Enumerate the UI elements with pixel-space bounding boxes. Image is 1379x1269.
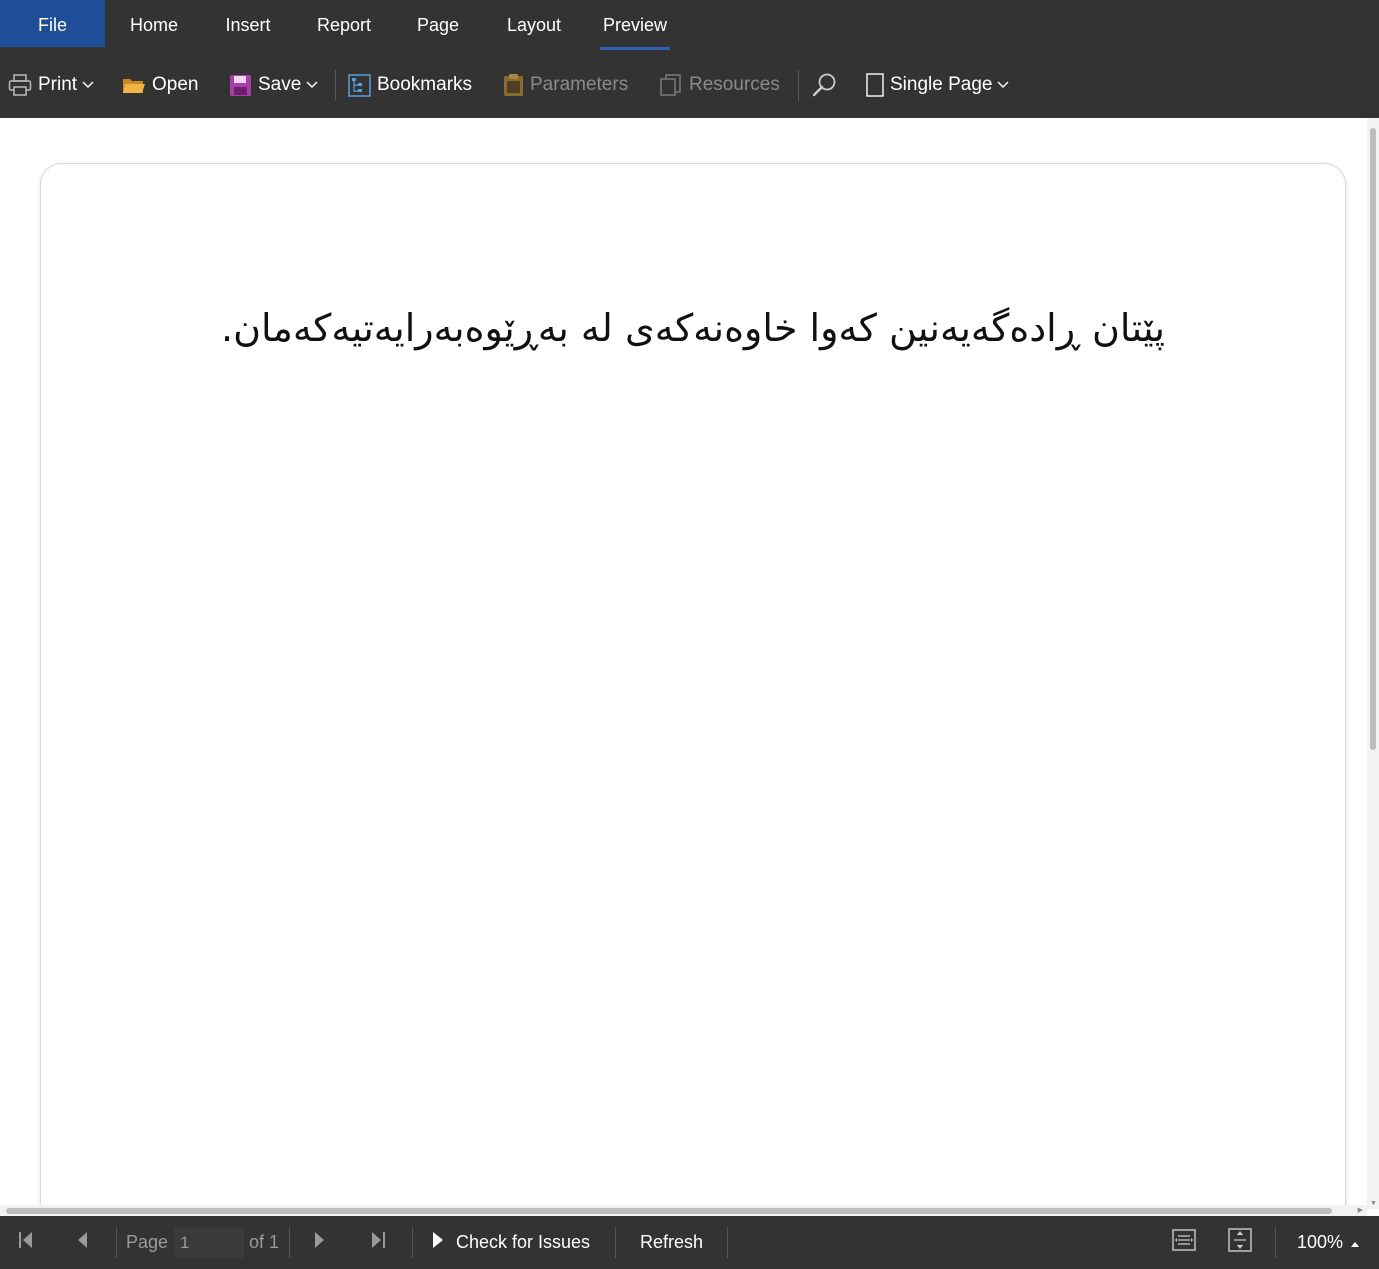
chevron-down-icon: [997, 81, 1009, 89]
statusbar-divider: [615, 1227, 616, 1258]
tab-layout[interactable]: Layout: [492, 0, 576, 47]
scroll-down-icon[interactable]: ▼: [1370, 1200, 1377, 1207]
bookmarks-label: Bookmarks: [377, 74, 473, 95]
print-label: Print: [38, 74, 78, 95]
report-text: پێتان ڕادەگەیەنین کەوا خاوەنەکەی لە بەڕێ…: [220, 306, 1166, 350]
statusbar-divider: [116, 1227, 117, 1258]
tab-preview[interactable]: Preview: [600, 0, 670, 50]
chevron-down-icon: [82, 81, 94, 89]
statusbar-divider: [412, 1227, 413, 1258]
first-page-button[interactable]: [17, 1216, 35, 1269]
fit-width-icon: [1172, 1229, 1196, 1256]
caret-up-icon: [1350, 1232, 1360, 1253]
tab-page[interactable]: Page: [402, 0, 474, 47]
fit-width-button[interactable]: [1172, 1216, 1196, 1269]
view-mode-dropdown[interactable]: Single Page: [866, 52, 1009, 118]
previous-page-icon: [75, 1230, 89, 1255]
zoom-dropdown[interactable]: 100%: [1297, 1216, 1360, 1269]
statusbar-divider: [1275, 1227, 1276, 1258]
open-label: Open: [152, 74, 199, 95]
statusbar-divider: [289, 1227, 290, 1258]
chevron-down-icon: [306, 81, 318, 89]
print-button[interactable]: Print: [8, 52, 94, 118]
next-page-button[interactable]: [313, 1216, 327, 1269]
previous-page-button[interactable]: [75, 1216, 89, 1269]
refresh-button[interactable]: Refresh: [640, 1216, 703, 1269]
save-label: Save: [258, 74, 302, 95]
page-count: of 1: [249, 1232, 280, 1252]
menu-bar: File Home Insert Report Page Layout Prev…: [0, 0, 1379, 52]
check-for-issues-label: Check for Issues: [456, 1232, 591, 1252]
status-bar: Page of 1 Check for Issues Refresh 100%: [0, 1216, 1379, 1269]
scroll-right-icon[interactable]: ▶: [1358, 1206, 1363, 1214]
magnifier-icon: [812, 72, 838, 98]
page-number-input[interactable]: [174, 1227, 244, 1258]
save-button[interactable]: Save: [229, 52, 318, 118]
report-viewer[interactable]: پێتان ڕادەگەیەنین کەوا خاوەنەکەی لە بەڕێ…: [0, 118, 1379, 1216]
resources-button[interactable]: Resources: [659, 52, 780, 118]
search-button[interactable]: [812, 52, 838, 118]
parameters-button[interactable]: Parameters: [503, 52, 628, 118]
clipboard-icon: [503, 73, 524, 97]
zoom-value: 100%: [1297, 1232, 1344, 1252]
view-mode-label: Single Page: [890, 74, 993, 95]
horizontal-scroll-thumb[interactable]: [6, 1208, 1332, 1214]
bookmarks-button[interactable]: Bookmarks: [348, 52, 472, 118]
toolbar-divider: [798, 70, 799, 101]
printer-icon: [8, 74, 32, 96]
folder-icon: [122, 75, 146, 95]
next-page-icon: [313, 1230, 327, 1255]
tab-insert[interactable]: Insert: [210, 0, 286, 47]
statusbar-divider: [727, 1227, 728, 1258]
page-label: Page: [126, 1232, 169, 1252]
fit-page-button[interactable]: [1228, 1216, 1252, 1269]
resources-label: Resources: [689, 74, 780, 95]
open-button[interactable]: Open: [122, 52, 198, 118]
tab-report[interactable]: Report: [302, 0, 386, 47]
play-icon: [432, 1231, 444, 1254]
fit-page-icon: [1228, 1228, 1252, 1257]
vertical-scroll-thumb[interactable]: [1370, 128, 1376, 750]
bookmarks-icon: [348, 73, 371, 97]
floppy-disk-icon: [229, 74, 252, 97]
last-page-icon: [369, 1230, 387, 1255]
report-page: پێتان ڕادەگەیەنین کەوا خاوەنەکەی لە بەڕێ…: [40, 163, 1346, 1216]
first-page-icon: [17, 1230, 35, 1255]
tab-file[interactable]: File: [0, 0, 105, 47]
check-for-issues-button[interactable]: Check for Issues: [432, 1216, 590, 1269]
parameters-label: Parameters: [530, 74, 629, 95]
tab-home[interactable]: Home: [110, 0, 198, 47]
vertical-scrollbar[interactable]: ▼: [1367, 118, 1379, 1209]
toolbar: Print Open Save Bookmarks Parameters Res…: [0, 52, 1379, 118]
horizontal-scrollbar[interactable]: ▶: [0, 1205, 1367, 1216]
single-page-icon: [866, 73, 884, 97]
last-page-button[interactable]: [369, 1216, 387, 1269]
toolbar-divider: [335, 70, 336, 101]
resources-icon: [659, 74, 683, 96]
